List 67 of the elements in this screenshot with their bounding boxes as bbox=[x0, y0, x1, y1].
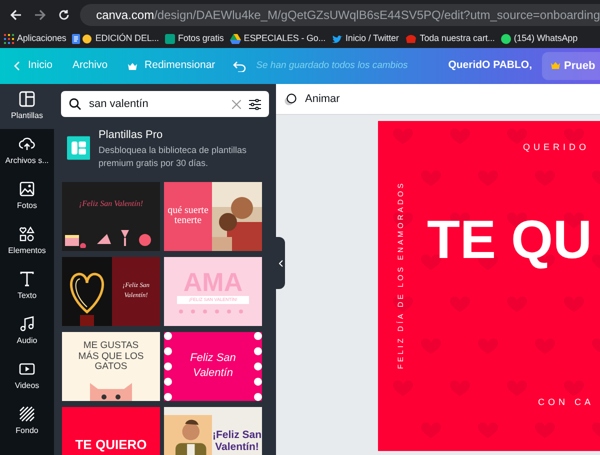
search-icon bbox=[69, 98, 81, 110]
forward-icon[interactable] bbox=[34, 9, 46, 21]
trial-button[interactable]: Prueb bbox=[542, 52, 600, 80]
promo-text: Desbloquea la biblioteca de plantillas premium gratis por 30 días. bbox=[98, 144, 248, 170]
save-status: Se han guardado todos los cambios bbox=[256, 58, 408, 73]
text-icon bbox=[19, 271, 35, 287]
address-bar[interactable]: canva.com/design/DAEWlu4ke_M/gQetGZsUWqlB6sE44SV5PQ/edit?utm_source=onboarding bbox=[80, 4, 600, 26]
bookmark-link[interactable]: Aplicaciones bbox=[17, 32, 66, 46]
template-text: qué suerte tenerte bbox=[166, 206, 210, 227]
template-text: ¡Feliz San Valentín! bbox=[212, 429, 262, 454]
undo-icon[interactable] bbox=[233, 60, 246, 72]
sidebar-tab[interactable]: Fotos bbox=[0, 174, 54, 219]
design-text[interactable]: CON CA bbox=[538, 396, 594, 410]
design-title[interactable]: QueridO PABLO, bbox=[448, 58, 532, 74]
animate-icon bbox=[284, 92, 297, 106]
template-text: TE QUIERO bbox=[75, 436, 147, 454]
template-text: Feliz San Valentín bbox=[189, 351, 237, 381]
bookmark-link[interactable]: (154) WhatsApp bbox=[514, 32, 578, 46]
back-icon[interactable] bbox=[10, 9, 22, 21]
search-field[interactable]: san valentín bbox=[61, 91, 269, 117]
music-note-icon bbox=[19, 316, 35, 332]
template-thumbnail[interactable]: Feliz San Valentín bbox=[164, 332, 262, 401]
sidebar-tab[interactable]: Audio bbox=[0, 309, 54, 354]
sidebar-tab[interactable]: Texto bbox=[0, 264, 54, 309]
clear-icon[interactable] bbox=[232, 100, 241, 108]
cat-drawing bbox=[88, 380, 134, 401]
apps-grid-icon[interactable] bbox=[4, 34, 14, 44]
layout-icon bbox=[19, 91, 35, 107]
filter-icon[interactable] bbox=[249, 98, 261, 110]
chat-icon[interactable] bbox=[500, 34, 511, 44]
promo-title[interactable]: Plantillas Pro bbox=[98, 127, 268, 144]
document-icon[interactable] bbox=[72, 34, 92, 44]
template-thumbnail[interactable]: TE QUIERO bbox=[62, 406, 160, 455]
bookmark-link[interactable]: Fotos gratis bbox=[178, 32, 224, 46]
animate-button[interactable]: Animar bbox=[284, 90, 340, 108]
template-text: ME GUSTAS MÁS QUE LOS GATOS bbox=[77, 340, 145, 374]
template-thumbnail[interactable]: qué suerte tenerte bbox=[164, 182, 262, 251]
design-text[interactable]: QUERIDO bbox=[523, 141, 590, 154]
template-thumbnail[interactable]: ¡Feliz San Valentín! bbox=[62, 182, 160, 251]
template-thumbnail[interactable]: ME GUSTAS MÁS QUE LOS GATOS bbox=[62, 332, 160, 401]
chevron-left-icon bbox=[14, 61, 20, 71]
template-text: ¡Feliz San Valentín! bbox=[79, 198, 143, 210]
favicon-icon[interactable] bbox=[164, 34, 175, 44]
bookmark-link[interactable]: ESPECIALES - Go... bbox=[244, 32, 326, 46]
reload-icon[interactable] bbox=[58, 9, 70, 21]
design-headline[interactable]: TE QU bbox=[427, 213, 592, 267]
drive-icon[interactable] bbox=[230, 34, 241, 44]
crown-icon bbox=[551, 62, 560, 70]
bookmark-link[interactable]: Inicio / Twitter bbox=[346, 32, 399, 46]
sidebar-tab[interactable]: Videos bbox=[0, 354, 54, 399]
shapes-icon bbox=[19, 226, 35, 242]
sidebar-tab[interactable]: Elementos bbox=[0, 219, 54, 264]
bookmark-link[interactable]: EDICIÓN DEL... bbox=[95, 32, 159, 46]
crown-icon bbox=[128, 62, 137, 70]
cloud-upload-icon bbox=[19, 136, 35, 152]
stripes-icon bbox=[19, 406, 35, 422]
chevron-left-icon bbox=[278, 260, 282, 266]
sidebar-tab[interactable]: Archivos s... bbox=[0, 129, 54, 174]
url-text: canva.com/design/DAEWlu4ke_M/gQetGZsUWqlB6sE44SV5PQ/edit?utm_source=onboarding bbox=[96, 7, 600, 24]
bookmark-link[interactable]: Toda nuestra cart... bbox=[420, 32, 495, 46]
bird-icon[interactable] bbox=[332, 34, 343, 44]
sidebar-tab[interactable]: Fondo bbox=[0, 399, 54, 444]
image-icon bbox=[19, 181, 35, 197]
collapse-handle[interactable] bbox=[276, 237, 285, 289]
favicon-icon[interactable] bbox=[404, 34, 417, 44]
sidebar-tab[interactable]: Plantillas bbox=[0, 84, 54, 129]
video-icon bbox=[19, 361, 35, 377]
